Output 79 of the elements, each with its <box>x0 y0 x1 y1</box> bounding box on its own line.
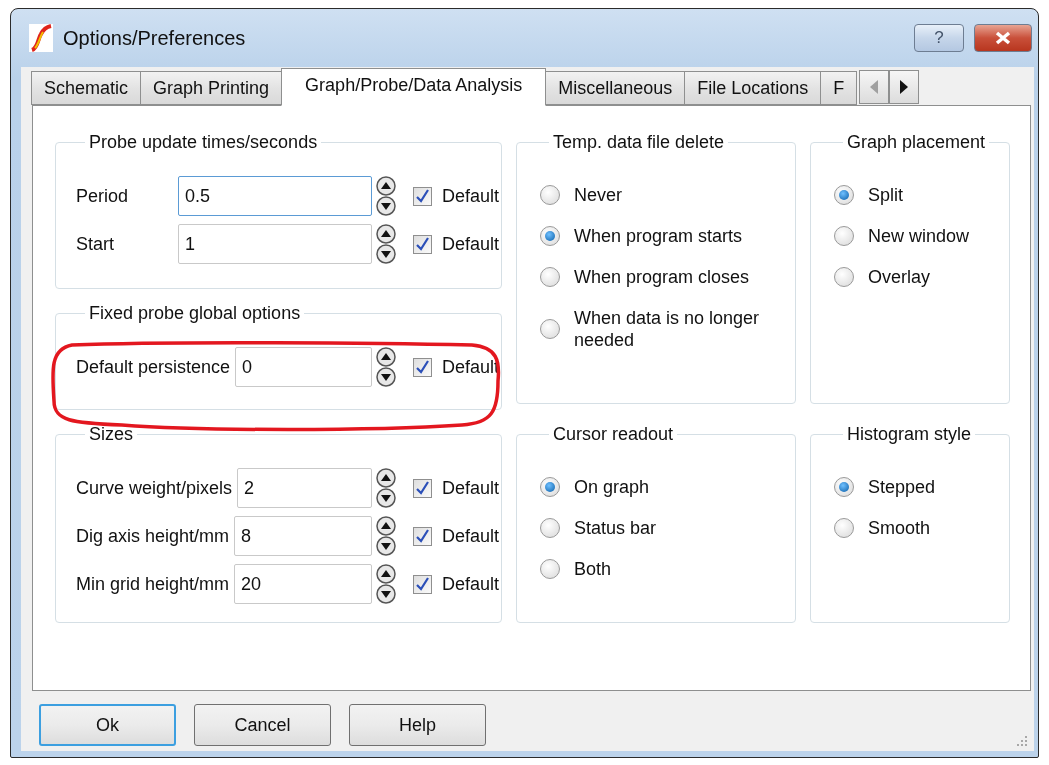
number-field[interactable]: 20 <box>234 564 372 604</box>
field-label: Dig axis height/mm <box>76 525 230 547</box>
group-title: Cursor readout <box>552 423 675 446</box>
close-button[interactable] <box>974 24 1032 52</box>
field-label: Min grid height/mm <box>76 573 230 595</box>
spinner-icon[interactable] <box>375 176 397 216</box>
radio-label[interactable]: New window <box>868 225 970 247</box>
group-title: Sizes <box>88 423 134 446</box>
spinner-icon[interactable] <box>375 468 397 508</box>
checkbox[interactable] <box>413 478 432 498</box>
checkbox[interactable] <box>413 186 432 206</box>
number-field[interactable]: 8 <box>234 516 372 556</box>
number-field[interactable]: 0.5 <box>178 176 372 216</box>
group-title: Histogram style <box>846 423 973 446</box>
number-field[interactable]: 2 <box>237 468 372 508</box>
scroll-right-button[interactable] <box>889 70 920 104</box>
checkbox[interactable] <box>413 234 432 254</box>
checkbox-label[interactable]: Default <box>442 185 500 207</box>
group-title: Probe update times/seconds <box>88 131 319 154</box>
radio-label[interactable]: Split <box>868 184 903 206</box>
radio-button[interactable] <box>540 226 560 246</box>
radio-label[interactable]: Status bar <box>574 517 657 539</box>
group-title: Fixed probe global options <box>88 302 302 325</box>
field-label: Period <box>76 185 130 207</box>
radio-label[interactable]: Never <box>574 184 622 206</box>
radio-button[interactable] <box>540 518 560 538</box>
radio-button[interactable] <box>540 185 560 205</box>
radio-label[interactable]: When program closes <box>574 266 750 288</box>
radio-button[interactable] <box>834 267 854 287</box>
checkbox-label[interactable]: Default <box>442 525 500 547</box>
close-icon <box>994 31 1012 45</box>
checkbox[interactable] <box>413 357 432 377</box>
group-title: Graph placement <box>846 131 987 154</box>
spinner-icon[interactable] <box>375 516 397 556</box>
tab[interactable]: Graph Printing <box>140 71 283 105</box>
dialog-button[interactable]: Cancel <box>194 704 331 746</box>
tab[interactable]: F <box>820 71 858 105</box>
spinner-icon[interactable] <box>375 564 397 604</box>
radio-label[interactable]: When data is no longer needed <box>574 307 764 351</box>
window-title: Options/Preferences <box>63 26 247 50</box>
checkbox-label[interactable]: Default <box>442 573 500 595</box>
radio-button[interactable] <box>834 185 854 205</box>
radio-label[interactable]: Overlay <box>868 266 930 288</box>
tab[interactable]: Graph/Probe/Data Analysis <box>281 68 547 106</box>
help-button[interactable]: ? <box>914 24 964 52</box>
radio-label[interactable]: On graph <box>574 476 650 498</box>
radio-button[interactable] <box>540 319 560 339</box>
radio-button[interactable] <box>540 559 560 579</box>
number-field[interactable]: 0 <box>235 347 372 387</box>
app-logo-icon <box>29 24 53 52</box>
left-arrow-icon <box>869 79 880 95</box>
group-title: Temp. data file delete <box>552 131 726 154</box>
radio-button[interactable] <box>834 226 854 246</box>
tab[interactable]: File Locations <box>684 71 822 105</box>
checkbox[interactable] <box>413 526 432 546</box>
radio-label[interactable]: When program starts <box>574 225 743 247</box>
tab[interactable]: Miscellaneous <box>545 71 686 105</box>
right-arrow-icon <box>899 79 910 95</box>
radio-label[interactable]: Stepped <box>868 476 936 498</box>
checkbox-label[interactable]: Default <box>442 477 500 499</box>
spinner-icon[interactable] <box>375 347 397 387</box>
spinner-icon[interactable] <box>375 224 397 264</box>
radio-button[interactable] <box>540 477 560 497</box>
field-label: Default persistence <box>76 356 231 378</box>
checkbox[interactable] <box>413 574 432 594</box>
number-field[interactable]: 1 <box>178 224 372 264</box>
checkbox-label[interactable]: Default <box>442 356 500 378</box>
resize-grip-icon[interactable] <box>1016 735 1028 747</box>
tab[interactable]: Schematic <box>31 71 142 105</box>
field-label: Curve weight/pixels <box>76 477 233 499</box>
radio-button[interactable] <box>540 267 560 287</box>
dialog-button[interactable]: Help <box>349 704 486 746</box>
radio-button[interactable] <box>834 518 854 538</box>
radio-label[interactable]: Both <box>574 558 612 580</box>
checkbox-label[interactable]: Default <box>442 233 500 255</box>
radio-button[interactable] <box>834 477 854 497</box>
radio-label[interactable]: Smooth <box>868 517 931 539</box>
dialog-button[interactable]: Ok <box>39 704 176 746</box>
field-label: Start <box>76 233 115 255</box>
